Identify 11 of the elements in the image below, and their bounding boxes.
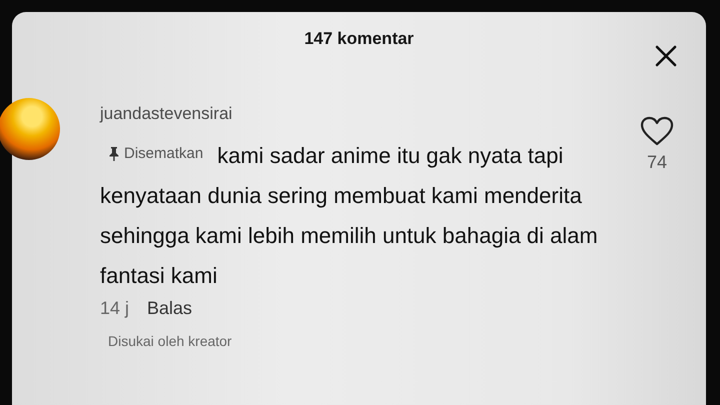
heart-icon[interactable]: [640, 116, 674, 146]
reply-button[interactable]: Balas: [147, 298, 192, 319]
pin-icon: [108, 147, 120, 161]
close-icon[interactable]: [654, 44, 678, 68]
username[interactable]: juandastevensirai: [100, 104, 620, 124]
like-count: 74: [646, 152, 668, 173]
comment-time: 14 j: [100, 298, 130, 319]
comments-title: 147 komentar: [304, 29, 414, 50]
comment-text: Disematkan kami sadar anime itu gak nyata tapi kenyataan dunia sering membuat kami menderita sehingga kami lebih memilih untuk bahagia di alam fantasi kami: [100, 134, 620, 296]
pinned-label: Disematkan: [108, 134, 204, 174]
liked-by-creator-label: Disukai oleh kreator: [108, 333, 233, 349]
